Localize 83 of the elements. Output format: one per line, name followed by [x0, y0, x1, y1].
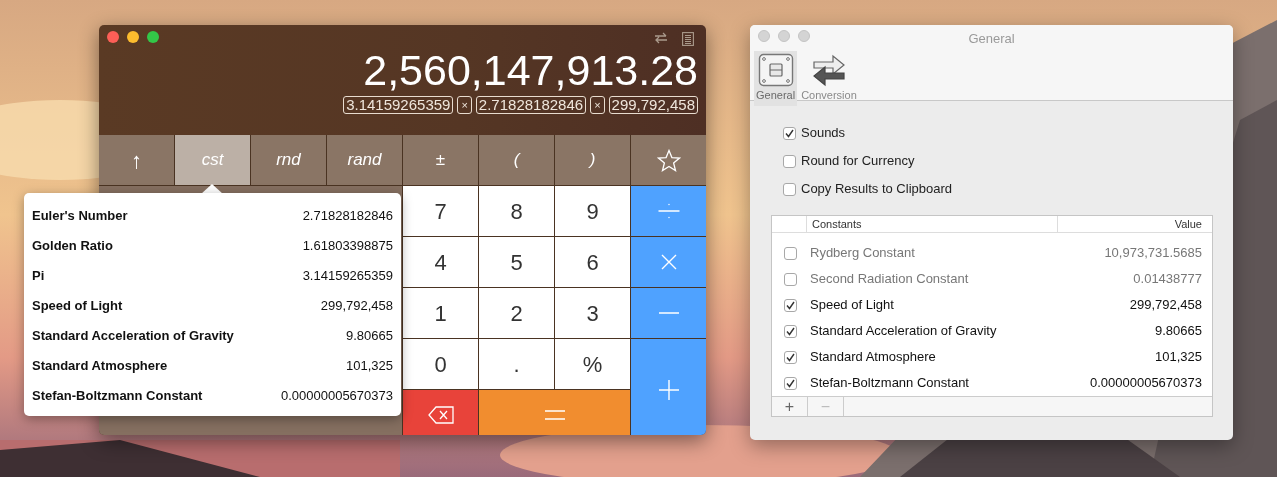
toolbar-tab[interactable]: General — [754, 50, 798, 106]
keypad-key[interactable]: 9 — [555, 186, 630, 236]
row-checkbox[interactable] — [784, 376, 797, 390]
row-checkbox[interactable] — [784, 324, 797, 338]
table-cell-text: Rydberg Constant — [810, 244, 916, 263]
function-key[interactable]: ± — [403, 135, 478, 185]
table-cell-text: Second Radiation Constant — [810, 270, 970, 289]
operator-chip: × — [590, 96, 605, 114]
table-cell-text: 10,973,731.5685 — [1104, 244, 1202, 263]
keypad-key[interactable]: . — [479, 339, 554, 389]
constant-value: 2.71828182846 — [302, 207, 393, 226]
table-cell-text: 0.01438777 — [1133, 270, 1202, 289]
keypad-key[interactable]: 6 — [555, 237, 630, 287]
function-key[interactable]: ( — [479, 135, 554, 185]
row-checkbox[interactable] — [784, 246, 797, 260]
constant-value: 3.14159265359 — [302, 267, 393, 286]
keypad-key[interactable]: 5 — [479, 237, 554, 287]
table-cell-text: 299,792,458 — [1129, 296, 1202, 315]
checkbox[interactable] — [783, 154, 796, 168]
list-icon[interactable] — [682, 32, 694, 46]
keypad-key[interactable]: 3 — [555, 288, 630, 338]
arrows-icon — [810, 52, 847, 87]
table-cell-text: Standard Atmosphere — [810, 348, 937, 367]
operator-chip: × — [457, 96, 472, 114]
keypad-key[interactable]: 1 — [403, 288, 478, 338]
close-button[interactable] — [758, 30, 770, 42]
plus-icon — [656, 377, 681, 402]
function-key[interactable]: rnd — [251, 135, 326, 185]
constant-value: 9.80665 — [346, 327, 393, 346]
keypad-key[interactable]: 7 — [403, 186, 478, 236]
table-cell-text: 0.00000005670373 — [1089, 374, 1202, 393]
zoom-button[interactable] — [147, 31, 159, 43]
operand-chip: 299,792,458 — [608, 96, 698, 114]
operand-chip: 2.71828182846 — [475, 96, 587, 114]
row-checkbox[interactable] — [784, 298, 797, 312]
switch-panel-icon — [757, 52, 794, 87]
checkbox-label: Copy Results to Clipboard — [801, 180, 953, 199]
star-icon — [656, 148, 681, 172]
minimize-button[interactable] — [127, 31, 139, 43]
column-header: Value — [1057, 216, 1212, 232]
multiply-button[interactable] — [631, 237, 706, 287]
window-title: General — [968, 30, 1015, 48]
keypad-key[interactable]: 0 — [403, 339, 478, 389]
row-checkbox[interactable] — [784, 350, 797, 364]
checkbox-label: Sounds — [801, 124, 846, 143]
add-button[interactable]: + — [772, 397, 808, 416]
function-key[interactable]: ) — [555, 135, 630, 185]
checkbox[interactable] — [783, 182, 796, 196]
constant-name: Stefan-Boltzmann Constant — [32, 387, 203, 406]
backspace-icon — [427, 406, 454, 424]
table-cell-text: Standard Acceleration of Gravity — [810, 322, 998, 341]
equals-icon — [543, 409, 566, 421]
keypad-key[interactable]: 2 — [479, 288, 554, 338]
checkbox[interactable] — [783, 126, 796, 140]
row-checkbox[interactable] — [784, 272, 797, 286]
favorites-button[interactable] — [631, 135, 706, 185]
display-value: 2,560,147,913.28 — [362, 49, 698, 92]
delete-button[interactable] — [403, 390, 478, 435]
swap-icon[interactable] — [654, 32, 668, 44]
keypad-key[interactable]: % — [555, 339, 630, 389]
constant-name: Pi — [32, 267, 45, 286]
constant-name: Speed of Light — [32, 297, 123, 316]
constant-value: 101,325 — [346, 357, 393, 376]
table-cell-text: 9.80665 — [1155, 322, 1202, 341]
constant-name: Standard Atmosphere — [32, 357, 168, 376]
constant-value: 1.61803398875 — [302, 237, 393, 256]
table-cell-text: Stefan-Boltzmann Constant — [810, 374, 970, 393]
constant-name: Golden Ratio — [32, 237, 113, 256]
operand-chip: 3.14159265359 — [343, 96, 454, 114]
minus-icon — [656, 312, 681, 314]
column-header: Constants — [806, 216, 1057, 232]
constant-value: 0.00000005670373 — [280, 387, 393, 406]
keypad-key[interactable]: 4 — [403, 237, 478, 287]
constant-name: Standard Acceleration of Gravity — [32, 327, 234, 346]
close-button[interactable] — [107, 31, 119, 43]
table-cell-text: Speed of Light — [810, 296, 895, 315]
function-key[interactable]: ↑ — [99, 135, 174, 185]
table-cell-text: 101,325 — [1155, 348, 1202, 367]
constant-value: 299,792,458 — [320, 297, 393, 316]
checkbox-label: Round for Currency — [801, 152, 915, 171]
constant-name: Euler's Number — [32, 207, 128, 226]
keypad-key[interactable]: 8 — [479, 186, 554, 236]
function-key[interactable]: rand — [327, 135, 402, 185]
